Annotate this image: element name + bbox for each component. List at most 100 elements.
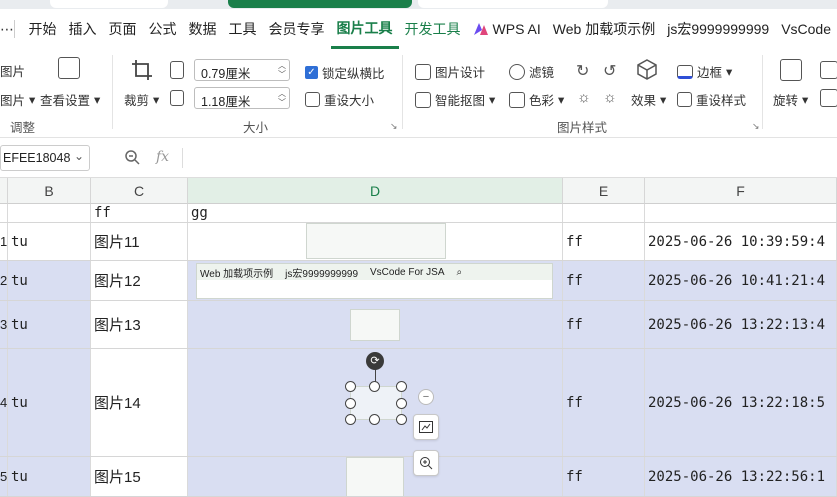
width-input[interactable]: 0.79厘米︿﹀: [194, 59, 290, 81]
rotate-handle-icon[interactable]: ⟳: [366, 352, 384, 370]
embedded-picture-15[interactable]: [346, 457, 404, 496]
cell-c[interactable]: 图片12: [91, 261, 188, 300]
picture-design-button[interactable]: 图片设计: [415, 62, 485, 81]
cell-e[interactable]: ff: [563, 223, 645, 260]
cell-d[interactable]: [188, 457, 563, 496]
column-header-f[interactable]: F: [645, 178, 837, 204]
width-stepper-icon[interactable]: ︿﹀: [278, 61, 286, 79]
cell-d[interactable]: [188, 301, 563, 348]
column-header-d[interactable]: D: [188, 178, 563, 204]
row-number[interactable]: 5: [0, 457, 8, 496]
cell-c[interactable]: 图片15: [91, 457, 188, 496]
3d-cube-icon[interactable]: [636, 58, 658, 80]
row-number[interactable]: [0, 204, 8, 222]
picture-chart-icon[interactable]: [413, 414, 439, 440]
menu-tools[interactable]: 工具: [223, 9, 263, 49]
cell-f[interactable]: 2025-06-26 10:41:21:4: [645, 261, 837, 300]
cell-b[interactable]: tu: [8, 223, 91, 260]
smart-cutout-button[interactable]: 智能抠图▾: [415, 90, 495, 109]
cell-e[interactable]: [563, 204, 645, 222]
embedded-picture-11[interactable]: [306, 223, 446, 259]
window-tab-active[interactable]: [228, 0, 412, 8]
menu-web-addin-example[interactable]: Web 加载项示例: [547, 9, 661, 49]
cell-b[interactable]: tu: [8, 261, 91, 300]
size-dialog-launcher-icon[interactable]: ↘: [390, 121, 398, 132]
rotate-left-icon[interactable]: ↻: [576, 61, 589, 81]
cell-b[interactable]: tu: [8, 301, 91, 348]
cell-e[interactable]: ff: [563, 349, 645, 456]
window-tab[interactable]: [418, 0, 608, 8]
height-input[interactable]: 1.18厘米︿﹀: [194, 87, 290, 109]
cell-b[interactable]: tu: [8, 457, 91, 496]
view-settings-icon[interactable]: [58, 57, 80, 79]
resize-handle-se[interactable]: [396, 414, 407, 425]
rotate-right-icon[interactable]: ↺: [603, 61, 616, 81]
group-icon[interactable]: [820, 89, 837, 107]
chevron-down-icon[interactable]: ⌄: [74, 149, 84, 163]
cell-c[interactable]: 图片13: [91, 301, 188, 348]
reset-style-button[interactable]: 重设样式: [677, 90, 746, 109]
cell-d[interactable]: gg: [188, 204, 563, 222]
window-tab[interactable]: [50, 0, 168, 8]
effect-button[interactable]: 效果▾: [631, 90, 666, 109]
cell-c[interactable]: 图片11: [91, 223, 188, 260]
menu-member[interactable]: 会员专享: [263, 9, 331, 49]
filter-button[interactable]: 滤镜: [509, 62, 554, 81]
menu-vscode[interactable]: VsCode: [775, 9, 837, 49]
zoom-in-icon[interactable]: [413, 450, 439, 476]
cell-f[interactable]: 2025-06-26 13:22:18:5: [645, 349, 837, 456]
resize-handle-n[interactable]: [369, 381, 380, 392]
row-number[interactable]: 1: [0, 223, 8, 260]
border-button[interactable]: 边框▾: [677, 62, 732, 81]
cell-f[interactable]: [645, 204, 837, 222]
menu-start[interactable]: 开始: [23, 9, 63, 49]
row-number[interactable]: 2: [0, 261, 8, 300]
more-menu-icon[interactable]: ⋯: [0, 21, 14, 38]
resize-handle-e[interactable]: [396, 398, 407, 409]
menu-js-macro[interactable]: js宏9999999999: [661, 9, 775, 49]
menu-data[interactable]: 数据: [183, 9, 223, 49]
row-header-corner[interactable]: [0, 178, 8, 204]
resize-handle-ne[interactable]: [396, 381, 407, 392]
menu-picture-tools[interactable]: 图片工具: [331, 9, 399, 49]
resize-handle-sw[interactable]: [345, 414, 356, 425]
embedded-picture-13[interactable]: [350, 309, 400, 341]
view-settings-button[interactable]: 查看设置▾: [40, 90, 100, 109]
color-button[interactable]: 色彩▾: [509, 90, 564, 109]
picture-button-partial[interactable]: 图片: [0, 61, 25, 80]
brightness-up-icon[interactable]: ☼: [577, 89, 591, 106]
crop-button[interactable]: 裁剪▾: [124, 90, 159, 109]
menu-developer-tools[interactable]: 开发工具: [399, 9, 467, 49]
height-stepper-icon[interactable]: ︿﹀: [278, 89, 286, 107]
cell-f[interactable]: 2025-06-26 13:22:13:4: [645, 301, 837, 348]
lock-ratio-checkbox[interactable]: ✓锁定纵横比: [305, 63, 385, 82]
style-dialog-launcher-icon[interactable]: ↘: [752, 121, 760, 132]
column-header-c[interactable]: C: [91, 178, 188, 204]
cell-e[interactable]: ff: [563, 457, 645, 496]
cell-b[interactable]: tu: [8, 349, 91, 456]
menu-page[interactable]: 页面: [103, 9, 143, 49]
column-header-e[interactable]: E: [563, 178, 645, 204]
zoom-search-icon[interactable]: [124, 149, 140, 165]
align-icon[interactable]: [820, 61, 837, 79]
menu-formula[interactable]: 公式: [143, 9, 183, 49]
cell-f[interactable]: 2025-06-26 10:39:59:4: [645, 223, 837, 260]
function-icon[interactable]: fx: [156, 149, 169, 165]
resize-handle-s[interactable]: [369, 414, 380, 425]
reset-size-button[interactable]: 重设大小: [305, 90, 374, 109]
menu-insert[interactable]: 插入: [63, 9, 103, 49]
rotate-arrange-icon[interactable]: [780, 59, 802, 81]
cell-b[interactable]: [8, 204, 91, 222]
row-number[interactable]: 4: [0, 349, 8, 456]
cell-d[interactable]: Web 加载项示例 js宏9999999999 VsCode For JSA ⌕: [188, 261, 563, 300]
crop-icon[interactable]: [131, 59, 153, 81]
name-box[interactable]: EFEE18048 ⌄: [0, 145, 90, 171]
cell-e[interactable]: ff: [563, 261, 645, 300]
cell-c[interactable]: ff: [91, 204, 188, 222]
rotate-button[interactable]: 旋转▾: [773, 90, 808, 109]
embedded-picture-12[interactable]: Web 加载项示例 js宏9999999999 VsCode For JSA ⌕: [196, 263, 553, 299]
cell-d[interactable]: [188, 223, 563, 260]
cell-e[interactable]: ff: [563, 301, 645, 348]
cell-c[interactable]: 图片14: [91, 349, 188, 456]
formula-input[interactable]: [190, 146, 830, 170]
